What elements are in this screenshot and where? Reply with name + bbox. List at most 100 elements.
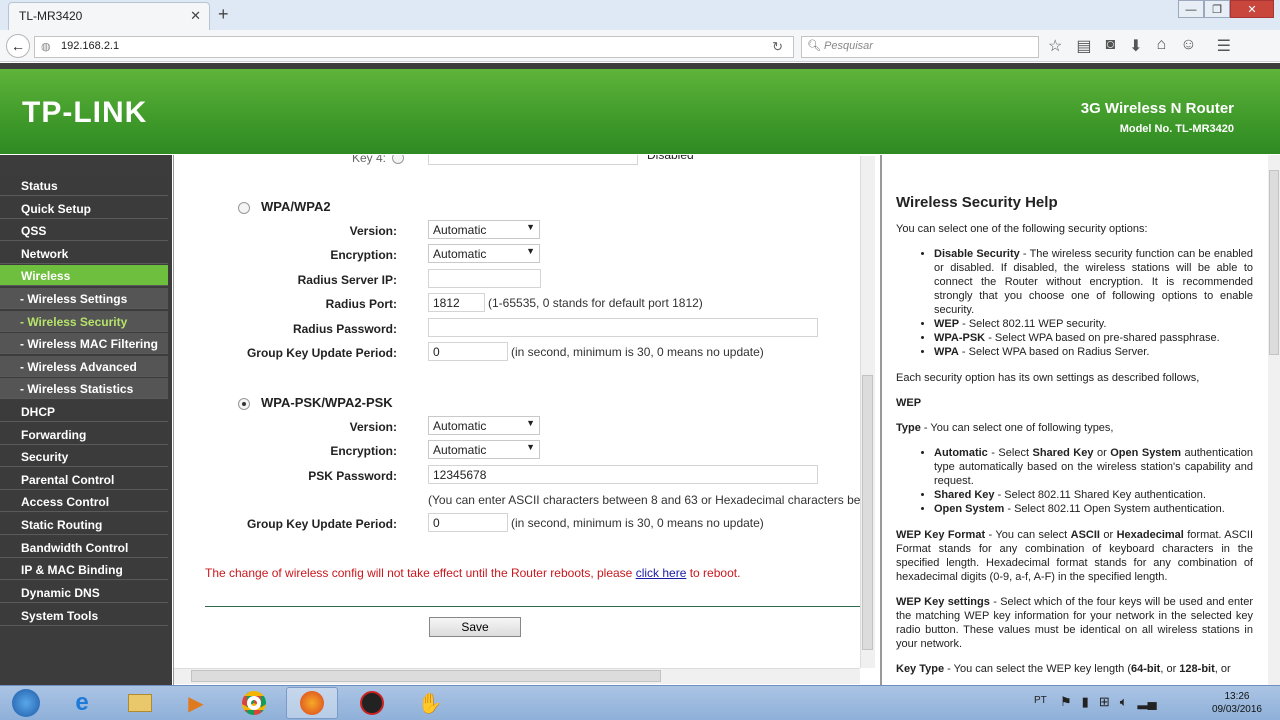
signal-icon[interactable]: ▂▄: [1138, 694, 1157, 710]
back-arrow-icon[interactable]: ←: [6, 34, 30, 58]
sidebar-item[interactable]: Static Routing: [0, 514, 168, 535]
sidebar-item[interactable]: Forwarding: [0, 424, 168, 445]
sidebar-item[interactable]: Security: [0, 446, 168, 467]
wpa-version-select[interactable]: Automatic ▼: [428, 220, 540, 239]
app-paw-icon[interactable]: ✋: [404, 687, 456, 719]
maximize-icon[interactable]: ❐: [1204, 0, 1230, 18]
window-controls: — ❐ ✕: [1178, 0, 1274, 18]
content-vertical-scroll-thumb[interactable]: [862, 375, 873, 650]
reload-icon[interactable]: ↻: [772, 39, 783, 55]
wpa-encryption-label: Encryption:: [330, 248, 397, 262]
system-clock[interactable]: 13:26 09/03/2016: [1212, 690, 1262, 716]
chevron-down-icon: ▼: [526, 418, 535, 428]
flag-icon[interactable]: ⚑: [1060, 694, 1072, 710]
psk-radio[interactable]: [238, 398, 250, 410]
browser-tab[interactable]: TL-MR3420 ✕: [8, 2, 210, 30]
sidebar-item[interactable]: - Wireless MAC Filtering: [0, 333, 168, 354]
help-key-settings: WEP Key settings - Select which of the f…: [896, 596, 1254, 650]
psk-version-select[interactable]: Automatic ▼: [428, 416, 540, 435]
hamburger-menu-icon[interactable]: ☰: [1217, 36, 1231, 56]
download-icon[interactable]: ⬇: [1129, 36, 1142, 56]
divider: [205, 606, 861, 607]
windows-start-icon[interactable]: [0, 687, 52, 719]
language-indicator[interactable]: PT: [1034, 695, 1047, 706]
volume-icon[interactable]: 🔈︎: [1120, 694, 1128, 710]
new-tab-button[interactable]: +: [218, 4, 229, 25]
radius-port-input[interactable]: 1812: [428, 293, 485, 312]
chat-icon[interactable]: ☺: [1180, 36, 1196, 56]
content-horizontal-scroll-thumb[interactable]: [191, 670, 661, 682]
help-type-item: Shared Key - Select 802.11 Shared Key au…: [934, 488, 1253, 502]
sidebar-item[interactable]: Network: [0, 243, 168, 264]
sidebar-item[interactable]: - Wireless Settings: [0, 288, 168, 309]
tab-close-icon[interactable]: ✕: [190, 8, 201, 24]
radius-ip-label: Radius Server IP:: [297, 273, 397, 287]
radius-port-label: Radius Port:: [325, 297, 397, 311]
help-option: Disable Security - The wireless security…: [934, 247, 1253, 317]
sidebar-item[interactable]: Access Control: [0, 491, 168, 512]
save-button[interactable]: Save: [429, 617, 521, 637]
model-number: Model No. TL-MR3420: [1119, 123, 1234, 135]
radius-password-input[interactable]: [428, 318, 818, 337]
windows-update-icon[interactable]: ⊞: [1099, 694, 1110, 710]
network-icon[interactable]: ▮: [1082, 694, 1089, 710]
wpa-radio[interactable]: [238, 202, 250, 214]
chrome-icon[interactable]: [228, 687, 280, 719]
sidebar-item[interactable]: Bandwidth Control: [0, 537, 168, 558]
pocket-icon[interactable]: ◙: [1105, 36, 1115, 56]
sidebar-item[interactable]: Status: [0, 175, 168, 196]
sidebar-item[interactable]: IP & MAC Binding: [0, 559, 168, 580]
help-types-list: Automatic - Select Shared Key or Open Sy…: [934, 446, 1253, 516]
psk-gkup-note: (in second, minimum is 30, 0 means no up…: [511, 516, 764, 530]
wpa-gkup-input[interactable]: 0: [428, 342, 508, 361]
help-title: Wireless Security Help: [896, 194, 1058, 211]
media-player-icon[interactable]: ▶: [170, 687, 222, 719]
key4-input[interactable]: [428, 155, 638, 165]
sidebar-item[interactable]: Dynamic DNS: [0, 582, 168, 603]
help-intro: You can select one of the following secu…: [896, 223, 1148, 235]
psk-section-title: WPA-PSK/WPA2-PSK: [261, 395, 393, 410]
reboot-link[interactable]: click here: [636, 566, 687, 580]
url-bar[interactable]: ◍ 192.168.2.1 ↻: [34, 36, 794, 58]
psk-password-input[interactable]: 12345678: [428, 465, 818, 484]
sidebar-item[interactable]: DHCP: [0, 401, 168, 422]
radius-ip-input[interactable]: [428, 269, 541, 288]
search-input[interactable]: 🔍︎ Pesquisar: [801, 36, 1039, 58]
search-icon: 🔍︎: [807, 40, 821, 52]
home-icon[interactable]: ⌂: [1157, 36, 1167, 56]
help-type-item: Open System - Select 802.11 Open System …: [934, 502, 1253, 516]
minimize-icon[interactable]: —: [1178, 0, 1204, 18]
sidebar-item[interactable]: System Tools: [0, 605, 168, 626]
firefox-icon[interactable]: [286, 687, 338, 719]
psk-gkup-label: Group Key Update Period:: [246, 517, 397, 531]
internet-explorer-icon[interactable]: e: [56, 687, 108, 719]
help-option: WEP - Select 802.11 WEP security.: [934, 317, 1253, 331]
star-icon[interactable]: ☆: [1048, 36, 1062, 56]
help-option: WPA - Select WPA based on Radius Server.: [934, 345, 1253, 359]
app-red-icon[interactable]: [346, 687, 398, 719]
key4-radio[interactable]: [392, 155, 404, 164]
sidebar-item[interactable]: QSS: [0, 220, 168, 241]
radius-password-label: Radius Password:: [292, 322, 397, 336]
sidebar-item[interactable]: Wireless: [0, 265, 168, 286]
wpa-encryption-select[interactable]: Automatic ▼: [428, 244, 540, 263]
window-close-icon[interactable]: ✕: [1230, 0, 1274, 18]
help-options-list: Disable Security - The wireless security…: [934, 247, 1253, 359]
wpa-section-title: WPA/WPA2: [261, 199, 331, 214]
psk-gkup-input[interactable]: 0: [428, 513, 508, 532]
psk-version-label: Version:: [349, 420, 397, 434]
sidebar-item[interactable]: Parental Control: [0, 469, 168, 490]
tplink-logo: TP-LINK: [22, 96, 148, 129]
file-explorer-icon[interactable]: [114, 687, 166, 719]
key4-type-select[interactable]: Disabled▼: [643, 155, 713, 165]
sidebar-item[interactable]: - Wireless Statistics: [0, 378, 168, 399]
sidebar-item[interactable]: Quick Setup: [0, 198, 168, 219]
sidebar-item[interactable]: - Wireless Advanced: [0, 356, 168, 377]
reading-list-icon[interactable]: ▤: [1076, 36, 1091, 56]
help-vertical-scroll-thumb[interactable]: [1269, 170, 1279, 355]
url-text: 192.168.2.1: [61, 40, 120, 52]
help-key-type: Key Type - You can select the WEP key le…: [896, 663, 1231, 675]
sidebar-item[interactable]: - Wireless Security: [0, 311, 168, 332]
help-option: WPA-PSK - Select WPA based on pre-shared…: [934, 331, 1253, 345]
psk-encryption-select[interactable]: Automatic ▼: [428, 440, 540, 459]
